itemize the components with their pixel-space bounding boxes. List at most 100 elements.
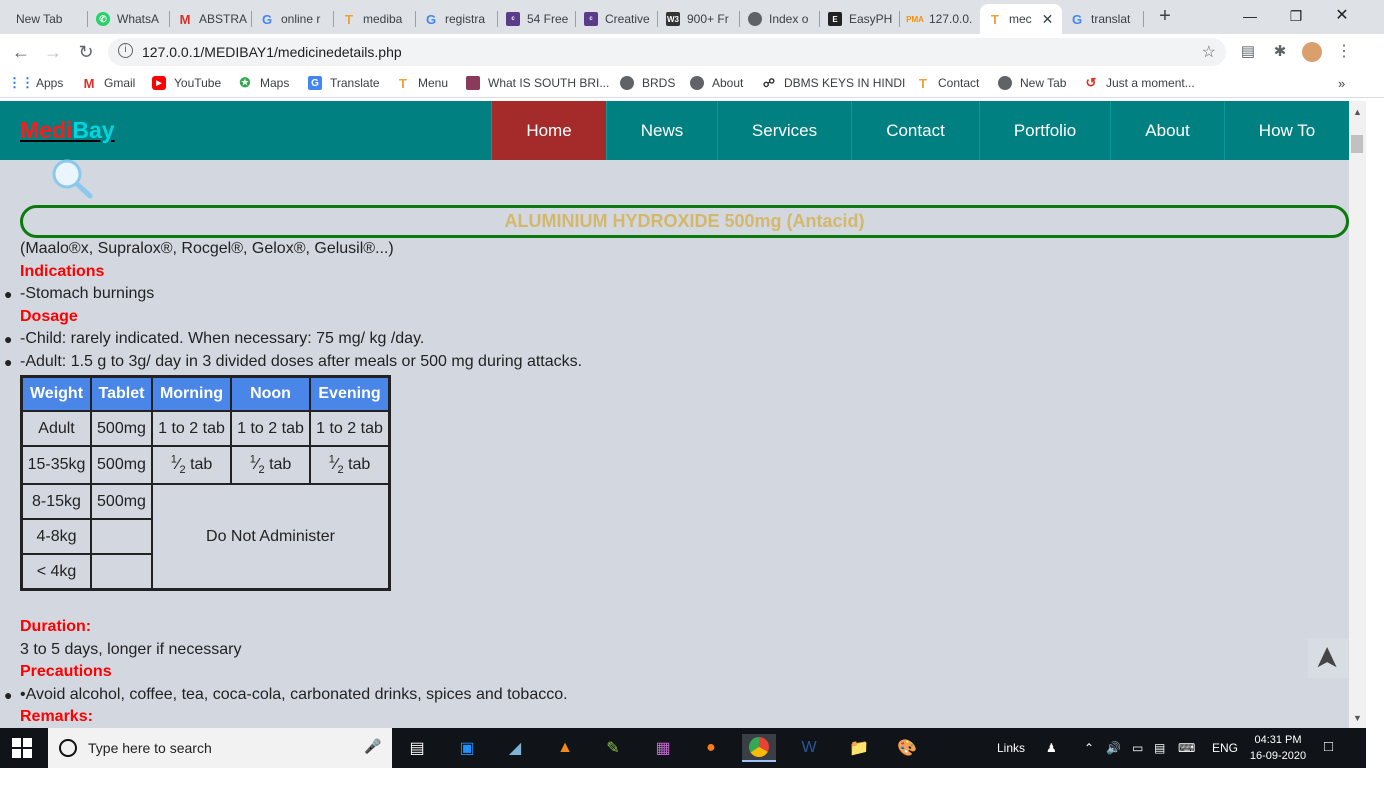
windows-taskbar: Type here to search 🎤 ▤ ▣ ◢ ▲ ✎ ▦ ● W 📁 … — [0, 728, 1366, 768]
nav-news[interactable]: News — [606, 101, 717, 160]
remote-desktop-icon[interactable]: ▣ — [450, 734, 484, 762]
browser-tab[interactable]: T mediba — [334, 4, 416, 34]
bookmark-item[interactable]: About — [690, 76, 743, 90]
browser-tab[interactable]: New Tab — [0, 4, 88, 34]
info-icon[interactable]: i — [118, 43, 133, 58]
tab-label: mediba — [363, 12, 403, 26]
bookmarks-overflow-button[interactable]: » — [1338, 76, 1345, 91]
notifications-icon[interactable]: □ — [1324, 738, 1333, 755]
firefox-icon[interactable]: ● — [694, 734, 728, 762]
browser-tab[interactable]: E EasyPH — [820, 4, 900, 34]
browser-tab[interactable]: ✆ WhatsA — [88, 4, 170, 34]
bookmark-item[interactable]: ☍ DBMS KEYS IN HINDI — [762, 76, 905, 90]
bookmark-item[interactable]: What IS SOUTH BRI... — [466, 76, 609, 90]
vlc-icon[interactable]: ▲ — [548, 734, 582, 762]
nav-contact[interactable]: Contact — [851, 101, 979, 160]
close-tab-icon[interactable]: ✕ — [1042, 11, 1054, 28]
tab-label: mec — [1009, 12, 1032, 26]
profile-avatar[interactable] — [1302, 42, 1322, 62]
browser-tab-active[interactable]: T mec ✕ — [980, 4, 1062, 34]
task-view-icon[interactable]: ▤ — [400, 734, 434, 762]
bookmark-item[interactable]: G Translate — [308, 76, 380, 90]
menu-kebab-icon[interactable]: ⋮ — [1334, 42, 1354, 62]
bookmark-label: Maps — [260, 76, 290, 90]
browser-tab[interactable]: Index o — [740, 4, 820, 34]
extensions-icon[interactable]: ✱ — [1270, 42, 1290, 62]
bookmark-item[interactable]: New Tab — [998, 76, 1066, 90]
new-tab-button[interactable]: + — [1154, 6, 1176, 28]
browser-tab[interactable]: G translat — [1062, 4, 1144, 34]
show-hidden-icons[interactable]: ⌃ — [1084, 741, 1094, 755]
do-not-administer-cell: Do Not Administer — [152, 484, 389, 589]
nav-services[interactable]: Services — [717, 101, 851, 160]
people-icon[interactable]: ♟ — [1046, 741, 1057, 755]
language-indicator[interactable]: ENG — [1212, 741, 1238, 755]
browser-tab[interactable]: c 54 Free — [498, 4, 576, 34]
nav-portfolio[interactable]: Portfolio — [979, 101, 1110, 160]
site-logo[interactable]: MediBay — [20, 117, 115, 144]
links-toolbar[interactable]: Links — [997, 741, 1025, 755]
scroll-up-arrow-icon[interactable]: ▲ — [1353, 107, 1362, 117]
vertical-scrollbar[interactable]: ▲ ▼ — [1349, 101, 1366, 728]
browser-tab[interactable]: W3 900+ Fr — [658, 4, 740, 34]
nav-about[interactable]: About — [1110, 101, 1224, 160]
address-bar[interactable]: i 127.0.0.1/MEDIBAY1/medicinedetails.php… — [108, 38, 1226, 66]
google-icon: G — [261, 11, 273, 27]
notepad-icon[interactable]: ✎ — [596, 734, 630, 762]
system-clock[interactable]: 04:31 PM 16-09-2020 — [1248, 732, 1308, 764]
microphone-icon[interactable]: 🎤 — [364, 738, 381, 755]
taskbar-search[interactable]: Type here to search 🎤 — [48, 728, 392, 768]
bookmark-item[interactable]: BRDS — [620, 76, 675, 90]
medibay-icon: T — [991, 11, 999, 27]
notes-app-icon[interactable]: ◢ — [498, 734, 532, 762]
scroll-down-arrow-icon[interactable]: ▼ — [1353, 713, 1362, 723]
clock-date: 16-09-2020 — [1249, 750, 1307, 762]
tab-label: online r — [281, 12, 321, 26]
logo-part-bay: Bay — [72, 117, 115, 143]
restore-button[interactable]: ❐ — [1284, 6, 1308, 26]
browser-tab[interactable]: M ABSTRA — [170, 4, 252, 34]
bookmark-item[interactable]: M Gmail — [82, 76, 136, 91]
reload-icon[interactable]: ↻ — [75, 41, 97, 63]
screen-margin — [0, 768, 1384, 792]
brand-names: (Maalo®x, Supralox®, Rocgel®, Gelox®, Ge… — [20, 240, 394, 257]
volume-icon[interactable]: 🔊 — [1106, 741, 1121, 755]
logo-part-medi: Medi — [20, 117, 73, 143]
battery-icon[interactable]: ▭ — [1132, 741, 1143, 755]
windows-start-icon[interactable] — [12, 738, 32, 758]
precaution-item: •Avoid alcohol, coffee, tea, coca-cola, … — [20, 686, 568, 703]
browser-tab[interactable]: PMA 127.0.0. — [900, 4, 980, 34]
winrar-icon[interactable]: ▦ — [646, 734, 680, 762]
bookmark-item[interactable]: ⋮⋮ Apps — [8, 75, 63, 90]
bullet-icon: ● — [4, 331, 13, 347]
paint-icon[interactable]: 🎨 — [890, 734, 924, 762]
browser-tab[interactable]: G online r — [252, 4, 334, 34]
bookmark-label: DBMS KEYS IN HINDI — [784, 76, 906, 90]
browser-tab[interactable]: G registra — [416, 4, 498, 34]
word-icon[interactable]: W — [792, 734, 826, 762]
browser-tab[interactable]: c Creative — [576, 4, 658, 34]
nav-how-to[interactable]: How To — [1224, 101, 1349, 160]
back-icon[interactable]: ← — [10, 41, 32, 63]
bookmark-item[interactable]: ✪ Maps — [238, 75, 290, 90]
scroll-to-top-button[interactable]: ➤ — [1308, 638, 1348, 678]
chrome-icon[interactable] — [742, 734, 776, 762]
network-icon[interactable]: ▤ — [1154, 741, 1165, 755]
close-window-button[interactable]: ✕ — [1330, 6, 1354, 26]
search-icon[interactable] — [50, 159, 94, 199]
bookmark-item[interactable]: ↺ Just a moment... — [1084, 75, 1195, 90]
keyboard-icon[interactable]: ⌨ — [1178, 741, 1195, 755]
scrollbar-thumb[interactable] — [1351, 135, 1363, 153]
bookmark-item[interactable]: ▶ YouTube — [152, 76, 221, 90]
nav-home[interactable]: Home — [491, 101, 606, 160]
forward-icon[interactable]: → — [42, 41, 64, 63]
tab-label: New Tab — [16, 12, 63, 26]
bookmark-star-icon[interactable]: ☆ — [1202, 42, 1216, 62]
tab-label: 54 Free — [527, 12, 569, 26]
table-cell: 8-15kg — [22, 484, 91, 519]
bookmark-item[interactable]: T Contact — [916, 76, 979, 91]
file-explorer-icon[interactable]: 📁 — [842, 734, 876, 762]
bookmark-item[interactable]: T Menu — [396, 76, 448, 91]
minimize-button[interactable]: — — [1238, 6, 1262, 26]
cast-icon[interactable]: ▤ — [1238, 42, 1258, 62]
